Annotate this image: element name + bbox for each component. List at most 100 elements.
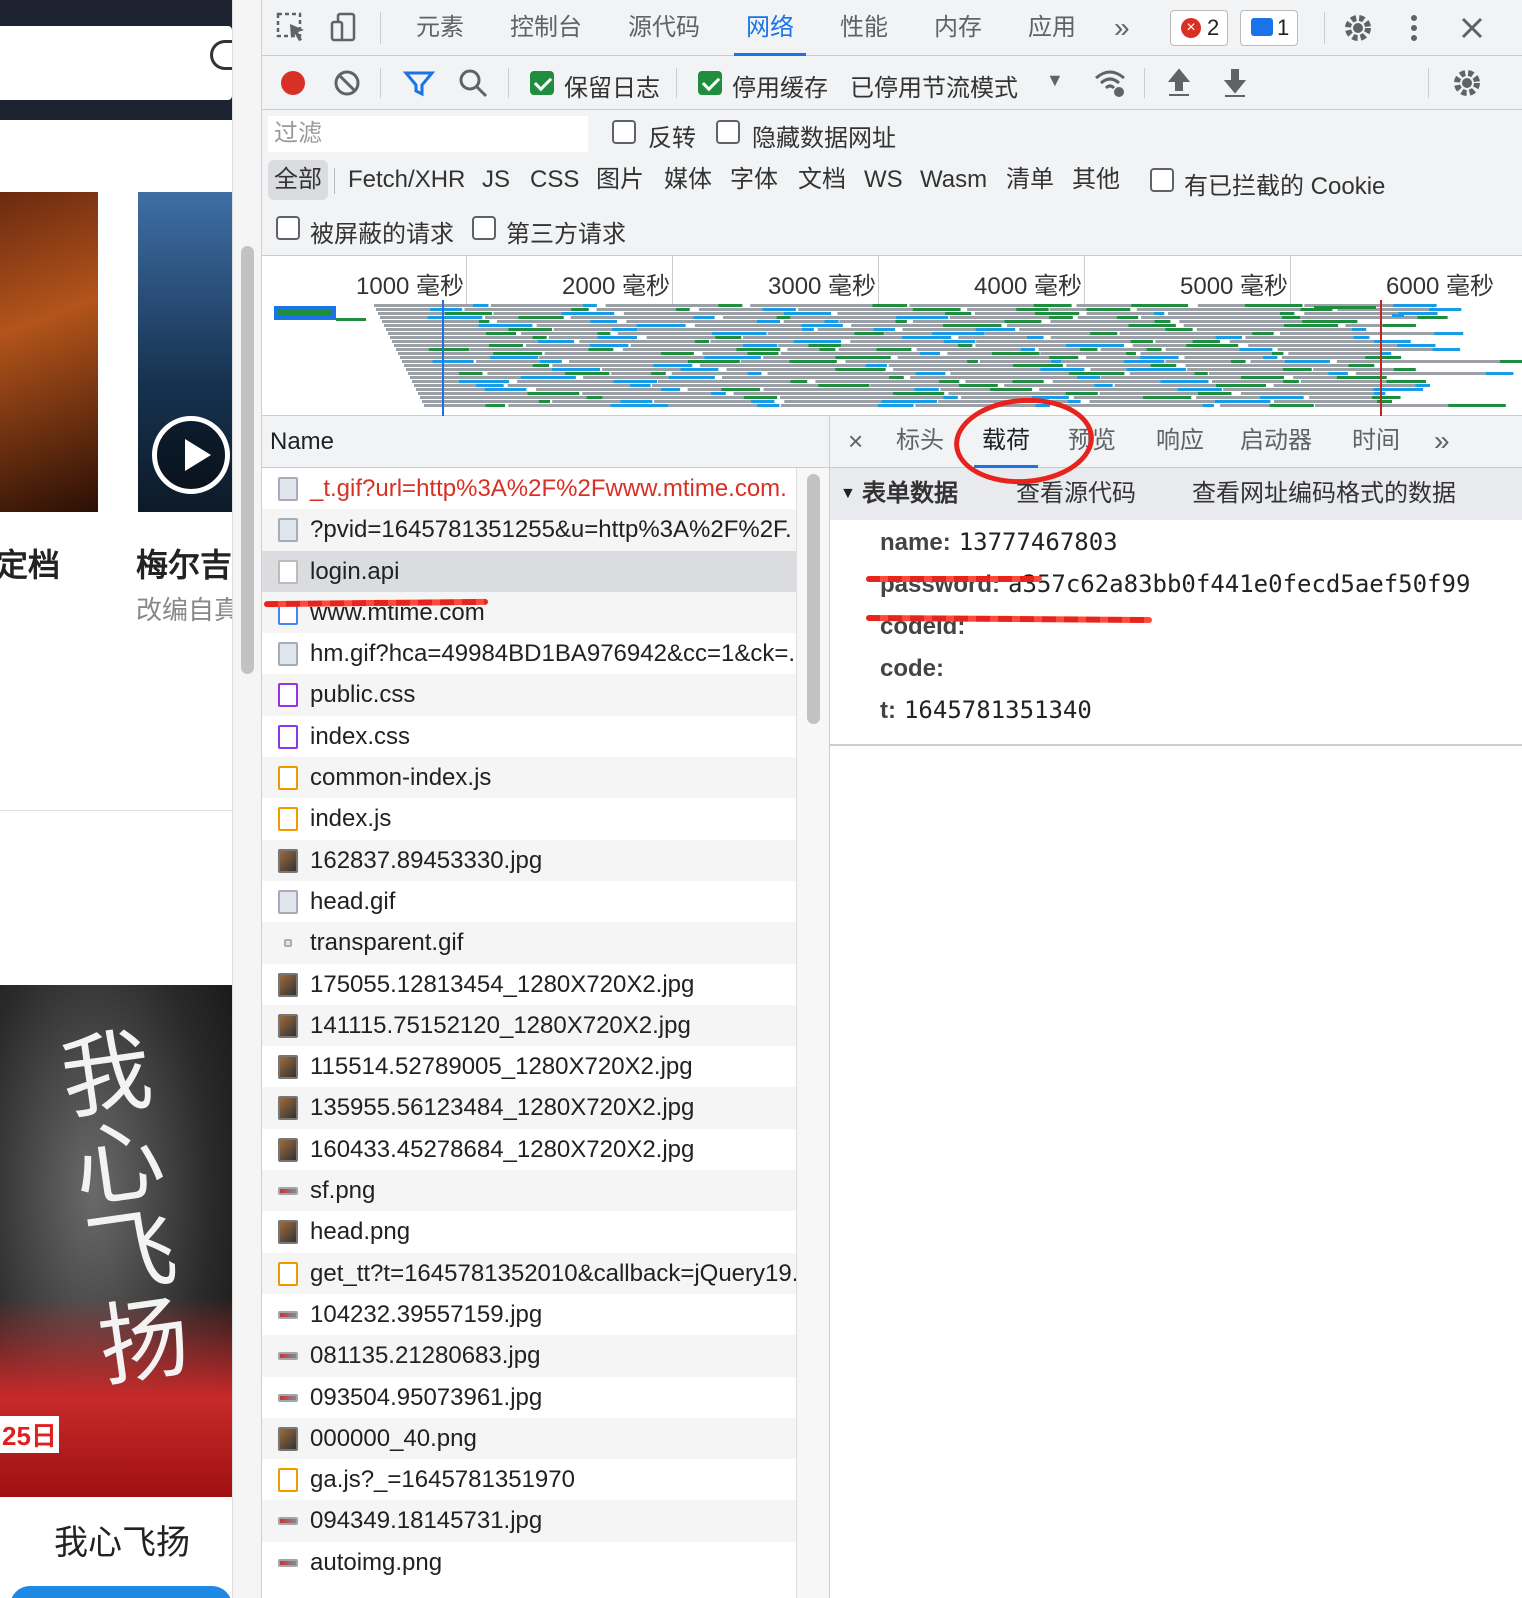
disable-cache-checkbox[interactable] xyxy=(698,71,722,95)
errors-badge[interactable]: × 2 xyxy=(1170,10,1229,46)
network-settings-gear-icon[interactable] xyxy=(1450,66,1484,100)
movie-title-3[interactable]: 我心飞扬 xyxy=(54,1515,190,1564)
tab-elements[interactable]: 元素 xyxy=(416,0,464,56)
filter-type-js[interactable]: JS xyxy=(476,160,516,200)
filter-input[interactable]: 过滤 xyxy=(268,116,588,152)
request-row[interactable]: login.api xyxy=(262,550,796,592)
form-data-section-header[interactable]: ▼ 表单数据 查看源代码 查看网址编码格式的数据 xyxy=(830,468,1522,520)
hide-data-urls-checkbox[interactable] xyxy=(716,120,740,144)
request-row[interactable]: www.mtime.com xyxy=(262,591,796,634)
request-row[interactable]: 104232.39557159.jpg xyxy=(262,1294,796,1335)
waterfall-bar xyxy=(1240,392,1374,395)
request-row[interactable]: head.gif xyxy=(262,881,796,922)
network-overview-timeline[interactable]: 1000 毫秒 2000 毫秒 3000 毫秒 4000 毫秒 5000 毫秒 … xyxy=(262,256,1522,416)
filter-type-font[interactable]: 字体 xyxy=(724,160,784,200)
messages-badge[interactable]: 1 xyxy=(1240,10,1299,46)
filter-type-manifest[interactable]: 清单 xyxy=(1000,160,1060,200)
search-icon[interactable] xyxy=(210,40,232,70)
site-search-input[interactable] xyxy=(0,26,232,100)
detail-tab-timing[interactable]: 时间 xyxy=(1352,416,1400,468)
filter-type-all[interactable]: 全部 xyxy=(268,160,328,200)
request-row[interactable]: 162837.89453330.jpg xyxy=(262,839,796,881)
movie-poster-1[interactable] xyxy=(0,192,98,512)
filter-type-wasm[interactable]: Wasm xyxy=(914,160,993,200)
detail-more-tabs-button[interactable]: » xyxy=(1434,416,1450,468)
close-detail-button[interactable]: × xyxy=(848,416,863,468)
request-row[interactable]: autoimg.png xyxy=(262,1542,796,1583)
preserve-log-checkbox[interactable] xyxy=(530,71,554,95)
waterfall-bar xyxy=(610,404,669,407)
settings-gear-icon[interactable] xyxy=(1340,10,1376,46)
request-row[interactable]: 141115.75152120_1280X720X2.jpg xyxy=(262,1004,796,1047)
tab-application[interactable]: 应用 xyxy=(1028,0,1076,56)
tab-network[interactable]: 网络 xyxy=(734,0,806,56)
request-row[interactable]: 135955.56123484_1280X720X2.jpg xyxy=(262,1087,796,1129)
request-row[interactable]: index.js xyxy=(262,798,796,839)
request-row[interactable]: _t.gif?url=http%3A%2F%2Fwww.mtime.com. xyxy=(262,468,796,509)
request-row[interactable]: 000000_40.png xyxy=(262,1417,796,1460)
request-row[interactable]: sf.png xyxy=(262,1170,796,1212)
collapse-triangle-icon[interactable]: ▼ xyxy=(840,468,856,520)
request-row[interactable]: common-index.js xyxy=(262,757,796,799)
request-row[interactable]: public.css xyxy=(262,674,796,716)
name-column-header[interactable]: Name xyxy=(262,416,829,468)
request-row[interactable]: 175055.12813454_1280X720X2.jpg xyxy=(262,964,796,1005)
detail-tab-initiator[interactable]: 启动器 xyxy=(1240,416,1312,468)
tab-memory[interactable]: 内存 xyxy=(934,0,982,56)
more-options-icon[interactable] xyxy=(1396,10,1432,46)
tab-sources[interactable]: 源代码 xyxy=(628,0,700,56)
detail-tab-headers[interactable]: 标头 xyxy=(896,416,944,468)
request-row[interactable]: 160433.45278684_1280X720X2.jpg xyxy=(262,1129,796,1170)
throttling-select[interactable]: 已停用节流模式 xyxy=(850,68,1018,103)
blocked-requests-checkbox[interactable] xyxy=(276,216,300,240)
request-list-scrollbar[interactable] xyxy=(796,468,829,1598)
device-toolbar-icon[interactable] xyxy=(326,10,362,46)
page-scrollbar-thumb[interactable] xyxy=(241,246,254,674)
filter-icon[interactable] xyxy=(402,66,436,100)
record-icon[interactable] xyxy=(276,66,310,100)
more-tabs-button[interactable]: » xyxy=(1114,0,1130,56)
inspect-element-icon[interactable] xyxy=(274,10,310,46)
filter-type-fetch-xhr[interactable]: Fetch/XHR xyxy=(342,160,471,200)
play-icon[interactable] xyxy=(152,416,230,494)
page-action-button[interactable] xyxy=(10,1586,232,1598)
request-row[interactable]: 115514.52789005_1280X720X2.jpg xyxy=(262,1046,796,1087)
third-party-checkbox[interactable] xyxy=(472,216,496,240)
movie-title-2[interactable]: 梅尔吉 xyxy=(136,540,232,586)
request-row[interactable]: 081135.21280683.jpg xyxy=(262,1335,796,1377)
request-row[interactable]: transparent.gif xyxy=(262,922,796,964)
detail-tab-response[interactable]: 响应 xyxy=(1156,416,1204,468)
movie-title-1[interactable]: 定档 xyxy=(0,540,60,586)
request-row[interactable]: hm.gif?hca=49984BD1BA976942&cc=1&ck=.. xyxy=(262,633,796,674)
request-row[interactable]: get_tt?t=1645781352010&callback=jQuery19… xyxy=(262,1252,796,1294)
tab-performance[interactable]: 性能 xyxy=(840,0,888,56)
invert-checkbox[interactable] xyxy=(612,120,636,144)
request-row[interactable]: ga.js?_=1645781351970 xyxy=(262,1459,796,1500)
view-url-encoded-link[interactable]: 查看网址编码格式的数据 xyxy=(1192,468,1456,520)
search-icon[interactable] xyxy=(456,66,490,100)
export-har-icon[interactable] xyxy=(1218,66,1252,100)
filter-type-doc[interactable]: 文档 xyxy=(792,160,852,200)
tab-console[interactable]: 控制台 xyxy=(510,0,582,56)
clear-icon[interactable] xyxy=(330,66,364,100)
filter-type-media[interactable]: 媒体 xyxy=(658,160,718,200)
request-row[interactable]: ?pvid=1645781351255&u=http%3A%2F%2F. xyxy=(262,509,796,551)
network-conditions-icon[interactable] xyxy=(1092,66,1128,100)
filter-type-css[interactable]: CSS xyxy=(524,160,585,200)
movie-poster-3[interactable]: 我心飞扬 25日 xyxy=(0,985,232,1497)
request-row[interactable]: head.png xyxy=(262,1211,796,1252)
request-row[interactable]: 094349.18145731.jpg xyxy=(262,1500,796,1542)
page-scrollbar[interactable] xyxy=(232,0,262,1598)
dropdown-arrow-icon[interactable]: ▼ xyxy=(1046,70,1064,91)
filter-type-img[interactable]: 图片 xyxy=(590,160,650,200)
request-list-scrollbar-thumb[interactable] xyxy=(807,474,820,724)
waterfall-bar xyxy=(763,356,836,359)
close-devtools-icon[interactable] xyxy=(1454,10,1490,46)
filter-type-other[interactable]: 其他 xyxy=(1066,160,1126,200)
request-row[interactable]: index.css xyxy=(262,716,796,757)
blocked-cookies-checkbox[interactable] xyxy=(1150,168,1174,192)
filter-type-ws[interactable]: WS xyxy=(858,160,909,200)
waterfall-bar xyxy=(1415,384,1431,387)
request-row[interactable]: 093504.95073961.jpg xyxy=(262,1377,796,1418)
import-har-icon[interactable] xyxy=(1162,66,1196,100)
